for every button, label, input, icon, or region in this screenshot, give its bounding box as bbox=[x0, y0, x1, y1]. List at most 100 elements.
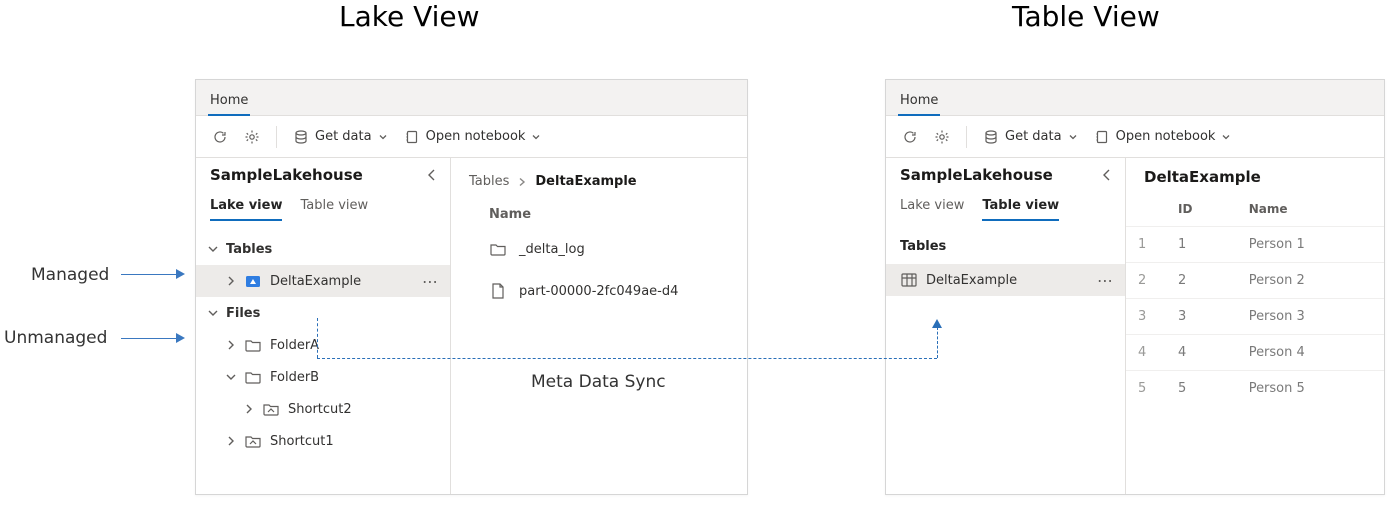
cell-index: 3 bbox=[1126, 299, 1166, 335]
tables-list: DeltaExample ⋯ bbox=[886, 260, 1125, 300]
body-split: SampleLakehouse Lake view Table view Tab… bbox=[886, 158, 1384, 494]
settings-button[interactable] bbox=[236, 124, 268, 150]
file-row-delta-log[interactable]: _delta_log bbox=[469, 228, 729, 270]
toolbar: Get data Open notebook bbox=[196, 116, 747, 158]
chevron-down-icon bbox=[1068, 132, 1078, 142]
cell-index: 5 bbox=[1126, 371, 1166, 407]
refresh-icon bbox=[212, 129, 228, 145]
table-item-deltaexample[interactable]: DeltaExample ⋯ bbox=[886, 264, 1125, 296]
table-row[interactable]: 2 2 Person 2 bbox=[1126, 263, 1384, 299]
chevron-down-icon bbox=[224, 370, 238, 384]
open-notebook-label: Open notebook bbox=[1116, 129, 1216, 144]
tree-node-folderb[interactable]: FolderB bbox=[196, 361, 450, 393]
tree-node-files[interactable]: Files bbox=[196, 297, 450, 329]
chevron-right-icon bbox=[242, 402, 256, 416]
breadcrumb: Tables DeltaExample bbox=[469, 174, 729, 189]
toolbar-divider bbox=[966, 126, 967, 148]
tab-home[interactable]: Home bbox=[208, 87, 250, 116]
annotation-managed: Managed bbox=[31, 265, 109, 285]
chevron-right-icon bbox=[224, 338, 238, 352]
tree-label: Shortcut1 bbox=[270, 434, 442, 449]
tree-node-foldera[interactable]: FolderA bbox=[196, 329, 450, 361]
cell-id: 3 bbox=[1166, 299, 1237, 335]
file-row-part[interactable]: part-00000-2fc049ae-d4 bbox=[469, 270, 729, 312]
main-content: DeltaExample ID Name 1 1 Person 1 bbox=[1126, 158, 1384, 494]
table-row[interactable]: 3 3 Person 3 bbox=[1126, 299, 1384, 335]
table-row[interactable]: 4 4 Person 4 bbox=[1126, 335, 1384, 371]
arrow-unmanaged-line bbox=[121, 338, 176, 339]
panel-table-view: Home Get data Open notebook SampleLakeho… bbox=[885, 79, 1385, 495]
cell-id: 2 bbox=[1166, 263, 1237, 299]
chevron-down-icon bbox=[206, 242, 220, 256]
main-content: Tables DeltaExample Name _delta_log part… bbox=[451, 158, 747, 494]
tree-label: DeltaExample bbox=[270, 274, 418, 289]
toolbar: Get data Open notebook bbox=[886, 116, 1384, 158]
col-name[interactable]: Name bbox=[1237, 192, 1384, 227]
metadata-sync-line bbox=[937, 327, 938, 358]
cell-name: Person 1 bbox=[1237, 227, 1384, 263]
sidebar-header: SampleLakehouse bbox=[196, 158, 450, 188]
chevron-down-icon bbox=[206, 306, 220, 320]
chevron-down-icon bbox=[531, 132, 541, 142]
title-lake-view: Lake View bbox=[339, 0, 480, 33]
tab-lake-view[interactable]: Lake view bbox=[210, 194, 282, 221]
open-notebook-button[interactable]: Open notebook bbox=[1086, 124, 1240, 150]
tree-node-tables[interactable]: Tables bbox=[196, 233, 450, 265]
tab-table-view[interactable]: Table view bbox=[300, 194, 368, 221]
more-button[interactable]: ⋯ bbox=[418, 269, 442, 293]
collapse-sidebar-button[interactable] bbox=[1099, 167, 1115, 183]
file-name: part-00000-2fc049ae-d4 bbox=[519, 284, 678, 299]
sidebar-header: SampleLakehouse bbox=[886, 158, 1125, 188]
tree-label-tables: Tables bbox=[226, 242, 442, 257]
toolbar-divider bbox=[276, 126, 277, 148]
get-data-button[interactable]: Get data bbox=[285, 124, 396, 150]
title-table-view: Table View bbox=[1012, 0, 1160, 33]
get-data-label: Get data bbox=[1005, 129, 1062, 144]
col-id[interactable]: ID bbox=[1166, 192, 1237, 227]
tree-label: Shortcut2 bbox=[288, 402, 442, 417]
tab-lake-view[interactable]: Lake view bbox=[900, 194, 964, 221]
more-button[interactable]: ⋯ bbox=[1093, 268, 1117, 292]
breadcrumb-root[interactable]: Tables bbox=[469, 174, 509, 189]
chevron-right-icon bbox=[224, 434, 238, 448]
ribbon-bar: Home bbox=[886, 80, 1384, 116]
chevron-right-icon bbox=[224, 274, 238, 288]
gear-icon bbox=[934, 129, 950, 145]
refresh-icon bbox=[902, 129, 918, 145]
tab-table-view[interactable]: Table view bbox=[982, 194, 1059, 221]
shortcut-icon bbox=[244, 432, 262, 450]
table-icon bbox=[900, 271, 918, 289]
tree-node-shortcut1[interactable]: Shortcut1 bbox=[196, 425, 450, 457]
cell-index: 4 bbox=[1126, 335, 1166, 371]
arrow-managed-line bbox=[121, 274, 176, 275]
gear-icon bbox=[244, 129, 260, 145]
collapse-sidebar-button[interactable] bbox=[424, 167, 440, 183]
tree-label: FolderB bbox=[270, 370, 442, 385]
cell-id: 1 bbox=[1166, 227, 1237, 263]
cell-name: Person 4 bbox=[1237, 335, 1384, 371]
refresh-button[interactable] bbox=[204, 124, 236, 150]
body-split: SampleLakehouse Lake view Table view Tab… bbox=[196, 158, 747, 494]
arrow-managed-head bbox=[176, 269, 185, 279]
col-index[interactable] bbox=[1126, 192, 1166, 227]
table-row[interactable]: 5 5 Person 5 bbox=[1126, 371, 1384, 407]
tree-node-shortcut2[interactable]: Shortcut2 bbox=[196, 393, 450, 425]
refresh-button[interactable] bbox=[894, 124, 926, 150]
database-icon bbox=[293, 129, 309, 145]
tab-home[interactable]: Home bbox=[898, 87, 940, 116]
data-title: DeltaExample bbox=[1126, 158, 1384, 192]
data-table: ID Name 1 1 Person 1 2 2 Person 2 bbox=[1126, 192, 1384, 406]
get-data-button[interactable]: Get data bbox=[975, 124, 1086, 150]
panel-lake-view: Home Get data Open notebook SampleLakeho… bbox=[195, 79, 748, 495]
sidebar-tabs: Lake view Table view bbox=[886, 194, 1125, 221]
shortcut-icon bbox=[262, 400, 280, 418]
tree-label-files: Files bbox=[226, 306, 442, 321]
open-notebook-button[interactable]: Open notebook bbox=[396, 124, 550, 150]
settings-button[interactable] bbox=[926, 124, 958, 150]
file-name: _delta_log bbox=[519, 242, 585, 257]
table-row[interactable]: 1 1 Person 1 bbox=[1126, 227, 1384, 263]
notebook-icon bbox=[1094, 129, 1110, 145]
tree-node-deltaexample[interactable]: DeltaExample ⋯ bbox=[196, 265, 450, 297]
annotation-unmanaged: Unmanaged bbox=[4, 328, 107, 348]
column-header-name[interactable]: Name bbox=[469, 203, 729, 228]
